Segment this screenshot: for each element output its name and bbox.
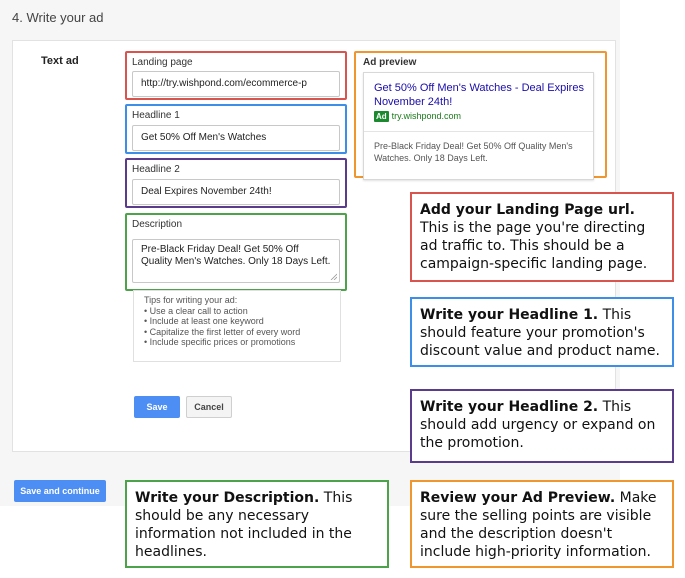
headline1-field-group: Headline 1 Get 50% Off Men's Watches [125,104,347,154]
callout-description-title: Write your Description. [135,490,320,506]
ad-preview-group: Ad preview Get 50% Off Men's Watches - D… [354,51,607,180]
ad-preview-card: Get 50% Off Men's Watches - Deal Expires… [363,72,594,180]
text-ad-label: Text ad [41,55,79,67]
callout-landing-text: This is the page you're directing ad tra… [420,220,648,272]
section-title: 4. Write your ad [12,10,104,25]
save-and-continue-button[interactable]: Save and continue [14,480,106,502]
callout-landing-page: Add your Landing Page url. This is the p… [410,192,674,282]
ad-preview-title: Ad preview [363,57,417,68]
cancel-button[interactable]: Cancel [186,396,232,418]
landing-page-field-group: Landing page http://try.wishpond.com/eco… [125,51,347,100]
callout-description: Write your Description. This should be a… [125,480,389,568]
headline1-label: Headline 1 [132,110,180,121]
divider [364,131,593,132]
description-label: Description [132,219,183,230]
ad-preview-description: Pre-Black Friday Deal! Get 50% Off Quali… [374,141,573,163]
description-textarea[interactable]: Pre-Black Friday Deal! Get 50% Off Quali… [132,239,340,283]
tip-item: • Capitalize the first letter of every w… [144,326,301,337]
tips-title: Tips for writing your ad: [144,295,238,305]
callout-landing-title: Add your Landing Page url. [420,202,635,218]
landing-page-input[interactable]: http://try.wishpond.com/ecommerce-p [132,71,340,97]
callout-headline2: Write your Headline 2. This should add u… [410,389,674,463]
callout-headline1-title: Write your Headline 1. [420,307,599,323]
tip-item: • Include at least one keyword [144,316,264,326]
resize-grip-icon[interactable] [330,273,337,280]
description-field-group: Description Pre-Black Friday Deal! Get 5… [125,213,347,291]
headline2-field-group: Headline 2 Deal Expires November 24th! [125,158,347,208]
callout-ad-preview: Review your Ad Preview. Make sure the se… [410,480,674,568]
ad-preview-url-row: Ad try.wishpond.com [374,111,461,122]
ad-writing-tips: Tips for writing your ad: • Use a clear … [133,290,341,362]
save-button[interactable]: Save [134,396,180,418]
headline2-label: Headline 2 [132,164,180,175]
ad-preview-url: try.wishpond.com [391,111,462,121]
callout-preview-title: Review your Ad Preview. [420,490,616,506]
headline2-input[interactable]: Deal Expires November 24th! [132,179,340,205]
ad-badge: Ad [374,111,389,122]
callout-headline2-title: Write your Headline 2. [420,399,599,415]
tip-item: • Use a clear call to action [144,305,248,316]
description-text: Pre-Black Friday Deal! Get 50% Off Quali… [141,244,331,267]
tip-item: • Include specific prices or promotions [144,337,296,347]
callout-headline1: Write your Headline 1. This should featu… [410,297,674,367]
headline1-input[interactable]: Get 50% Off Men's Watches [132,125,340,151]
ad-preview-headline[interactable]: Get 50% Off Men's Watches - Deal Expires… [374,81,586,109]
landing-page-label: Landing page [132,57,193,68]
